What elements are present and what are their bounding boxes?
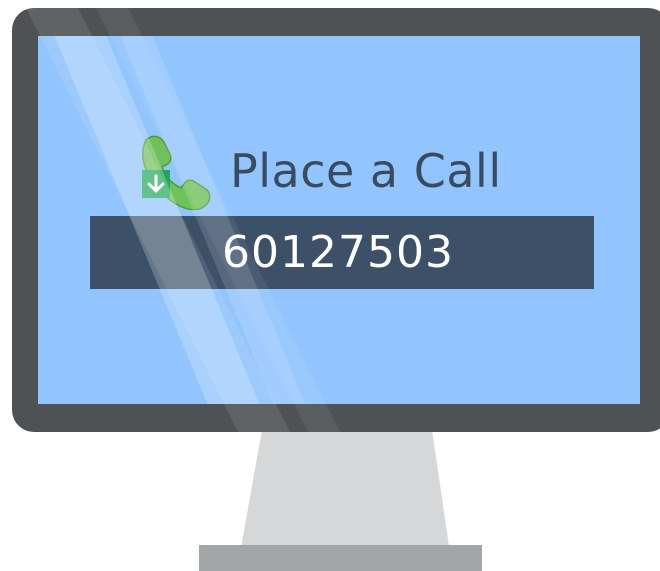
bezel-glare: [26, 8, 340, 432]
monitor-illustration: Place a Call 60127503: [0, 0, 660, 571]
